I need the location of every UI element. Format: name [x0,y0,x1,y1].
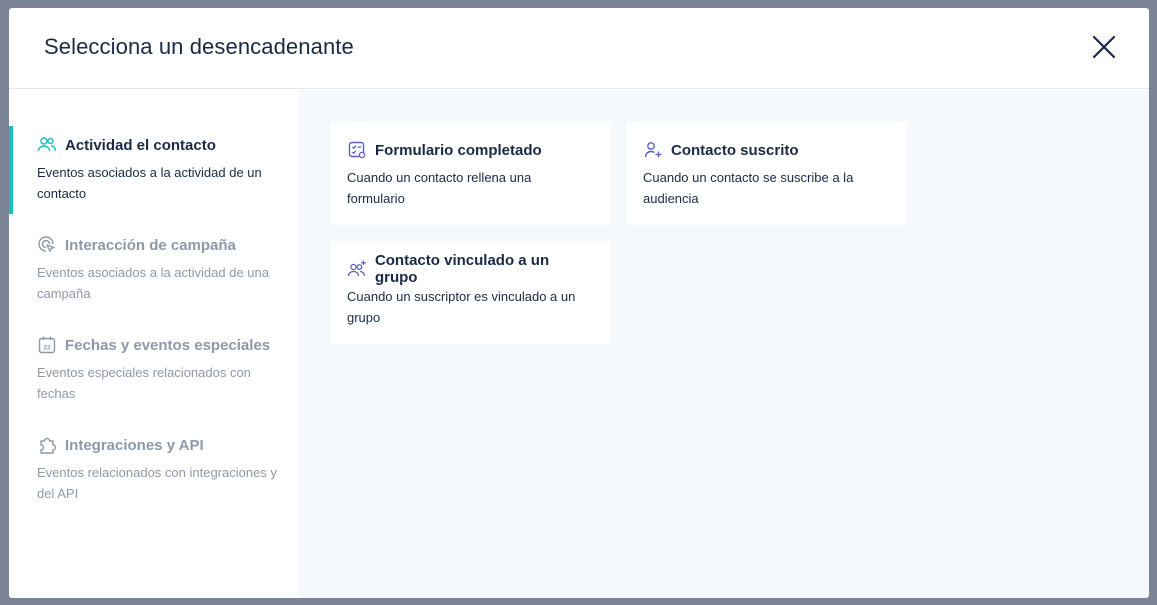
sidebar-item-special-dates[interactable]: 22 Fechas y eventos especiales Eventos e… [9,334,299,404]
modal-title: Selecciona un desencadenante [44,34,354,59]
sidebar-item-description: Eventos especiales relacionados con fech… [37,365,251,401]
trigger-options-panel: Formulario completado Cuando un contacto… [299,90,1149,598]
close-button[interactable] [1089,32,1119,62]
trigger-card-description: Cuando un suscriptor es vinculado a un g… [347,289,576,325]
calendar-icon: 22 [38,336,56,354]
user-plus-icon [644,142,662,158]
close-icon [1092,35,1116,59]
sidebar-item-title: Integraciones y API [65,436,204,454]
group-add-icon [347,260,366,277]
trigger-card-title: Formulario completado [375,141,542,159]
sidebar-item-description: Eventos asociados a la actividad de una … [37,265,269,301]
sidebar-item-description: Eventos relacionados con integraciones y… [37,465,277,501]
trigger-modal: Selecciona un desencadenante Actividad e… [9,8,1149,598]
sidebar-item-contact-activity[interactable]: Actividad el contacto Eventos asociados … [9,126,309,214]
puzzle-icon [40,437,57,454]
sidebar-item-integrations-api[interactable]: Integraciones y API Eventos relacionados… [9,434,299,504]
sidebar-item-title: Actividad el contacto [65,136,216,154]
trigger-card-description: Cuando un contacto rellena una formulari… [347,170,532,206]
trigger-card-contact-linked-group[interactable]: Contacto vinculado a un grupo Cuando un … [331,241,611,344]
campaign-click-icon [38,236,55,253]
sidebar-item-description: Eventos asociados a la actividad de un c… [37,165,262,201]
trigger-category-sidebar: Actividad el contacto Eventos asociados … [9,90,309,598]
trigger-card-description: Cuando un contacto se suscribe a la audi… [643,170,854,206]
form-icon [348,141,366,159]
trigger-card-form-completed[interactable]: Formulario completado Cuando un contacto… [331,122,611,225]
svg-text:22: 22 [43,345,51,352]
sidebar-item-title: Fechas y eventos especiales [65,336,271,354]
trigger-card-contact-subscribed[interactable]: Contacto suscrito Cuando un contacto se … [627,122,907,225]
sidebar-item-campaign-interaction[interactable]: Interacción de campaña Eventos asociados… [9,234,299,304]
modal-header: Selecciona un desencadenante [9,8,1149,89]
trigger-card-title: Contacto suscrito [671,141,799,159]
sidebar-item-title: Interacción de campaña [65,236,236,254]
trigger-card-title: Contacto vinculado a un grupo [374,252,550,286]
users-icon [37,137,57,152]
